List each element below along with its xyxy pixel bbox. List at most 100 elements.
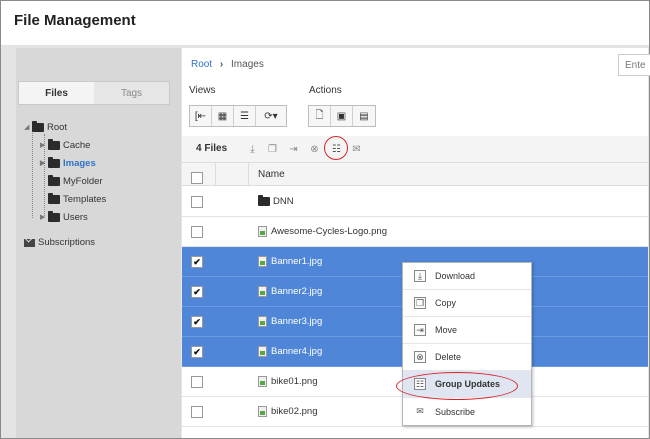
actions-label: Actions	[309, 85, 342, 96]
image-file-icon	[258, 346, 267, 357]
file-name-cell[interactable]: Banner1.jpg	[258, 256, 322, 267]
image-file-icon	[258, 406, 267, 417]
tab-tags[interactable]: Tags	[94, 82, 169, 104]
row-checkbox[interactable]: ✔	[191, 256, 203, 268]
menu-item-label: Move	[435, 325, 458, 335]
folder-icon	[32, 120, 44, 132]
file-name-cell[interactable]: Banner2.jpg	[258, 286, 322, 297]
upload-file-button[interactable]: 🗋	[309, 106, 331, 126]
row-checkbox[interactable]: ✔	[191, 316, 203, 328]
tree-node-label: Users	[63, 211, 88, 223]
search-input[interactable]: Ente	[618, 54, 650, 76]
folder-icon	[48, 156, 60, 168]
expand-arrow-icon[interactable]: ▶	[40, 141, 48, 149]
tree-node-cache[interactable]: ▶ Cache	[40, 138, 90, 152]
menu-item-label: Subscribe	[435, 406, 476, 417]
list-icon: ☰	[240, 110, 249, 122]
breadcrumb-root[interactable]: Root	[191, 59, 212, 70]
expand-arrow-icon[interactable]: ▶	[40, 213, 48, 221]
upload-file-icon: 🗋	[315, 109, 324, 121]
tree-node-users[interactable]: ▶ Users	[40, 210, 88, 224]
tree-node-label: MyFolder	[63, 175, 103, 187]
collapse-pane-button[interactable]: [⇤	[190, 106, 212, 126]
refresh-icon: ⟳▾	[264, 110, 278, 122]
menu-item-label: Copy	[435, 298, 457, 308]
file-name-label: bike02.png	[271, 406, 318, 417]
file-name-cell[interactable]: bike01.png	[258, 376, 317, 387]
sync-folder-icon: ▤	[359, 110, 369, 122]
tree-node-images[interactable]: ▶ Images	[40, 156, 96, 170]
move-icon: ⇥	[414, 324, 426, 336]
folder-icon	[48, 192, 60, 204]
views-button-group: [⇤ ▦ ☰ ⟳▾	[189, 105, 287, 127]
menu-item-label: Delete	[435, 352, 462, 362]
copy-icon: ❐	[414, 297, 426, 309]
row-checkbox[interactable]: ✔	[191, 346, 203, 358]
envelope-icon[interactable]: ✉	[351, 143, 362, 155]
highlight-oval	[396, 372, 518, 400]
tree-connector	[32, 128, 33, 218]
file-name-cell[interactable]: Banner3.jpg	[258, 316, 322, 327]
row-checkbox[interactable]	[191, 376, 203, 388]
row-checkbox[interactable]: ✔	[191, 286, 203, 298]
tree-node-templates[interactable]: Templates	[40, 192, 106, 206]
image-file-icon	[258, 256, 267, 267]
actions-button-group: 🗋 ▣ ▤	[308, 105, 376, 127]
file-name-cell[interactable]: Awesome-Cycles-Logo.png	[258, 226, 387, 237]
table-row[interactable]: DNN	[182, 187, 648, 217]
row-checkbox[interactable]	[191, 196, 203, 208]
menu-item-download[interactable]: ⤓ Download	[403, 263, 531, 290]
tree-node-label: Images	[63, 157, 96, 169]
download-icon[interactable]: ⤓	[247, 143, 258, 155]
envelope-icon	[24, 238, 35, 247]
file-count: 4 Files	[196, 143, 228, 154]
folder-icon	[48, 174, 60, 186]
folder-icon	[48, 210, 60, 222]
collapse-arrow-icon[interactable]: ◢	[24, 123, 32, 131]
tab-files[interactable]: Files	[19, 82, 94, 104]
copy-icon[interactable]: ❐	[267, 143, 278, 155]
file-name-label: DNN	[273, 196, 294, 207]
pane-tabs: Files Tags	[18, 81, 170, 105]
subscriptions-link[interactable]: Subscriptions	[24, 237, 95, 248]
file-name-cell[interactable]: bike02.png	[258, 406, 317, 417]
file-name-label: bike01.png	[271, 376, 318, 387]
list-view-button[interactable]: ☰	[234, 106, 256, 126]
tree-node-label: Root	[47, 121, 68, 133]
row-checkbox[interactable]	[191, 406, 203, 418]
menu-item-subscribe[interactable]: ✉ Subscribe	[403, 398, 531, 425]
sync-folder-button[interactable]: ▤	[353, 106, 375, 126]
menu-item-label: Download	[435, 271, 476, 281]
row-checkbox[interactable]	[191, 226, 203, 238]
delete-icon[interactable]: ⊗	[309, 143, 320, 155]
table-header: Name	[182, 162, 648, 186]
highlight-ring	[324, 136, 348, 160]
subscriptions-label: Subscriptions	[38, 237, 96, 248]
file-name-cell[interactable]: DNN	[258, 195, 294, 207]
menu-item-move[interactable]: ⇥ Move	[403, 317, 531, 344]
image-file-icon	[258, 376, 267, 387]
file-name-cell[interactable]: Banner4.jpg	[258, 346, 322, 357]
image-file-icon	[258, 316, 267, 327]
title-bar: File Management	[1, 1, 649, 46]
new-folder-button[interactable]: ▣	[331, 106, 353, 126]
table-row[interactable]: Awesome-Cycles-Logo.png	[182, 217, 648, 247]
expand-arrow-icon[interactable]: ▶	[40, 159, 48, 167]
move-icon[interactable]: ⇥	[288, 143, 299, 155]
tree-node-myfolder[interactable]: MyFolder	[40, 174, 103, 188]
select-all-checkbox[interactable]	[191, 172, 203, 184]
tree-node-root[interactable]: ◢ Root	[24, 120, 67, 134]
menu-item-delete[interactable]: ⊗ Delete	[403, 344, 531, 371]
folder-icon	[258, 195, 270, 206]
name-column-header[interactable]: Name	[258, 169, 285, 180]
file-name-label: Awesome-Cycles-Logo.png	[271, 226, 387, 237]
column-divider	[248, 162, 249, 186]
folder-icon	[48, 138, 60, 150]
menu-item-copy[interactable]: ❐ Copy	[403, 290, 531, 317]
file-name-label: Banner3.jpg	[271, 316, 323, 327]
thumbnail-view-button[interactable]: ▦	[212, 106, 234, 126]
file-name-label: Banner4.jpg	[271, 346, 323, 357]
file-name-label: Banner2.jpg	[271, 286, 323, 297]
image-file-icon	[258, 226, 267, 237]
refresh-button[interactable]: ⟳▾	[256, 106, 286, 126]
